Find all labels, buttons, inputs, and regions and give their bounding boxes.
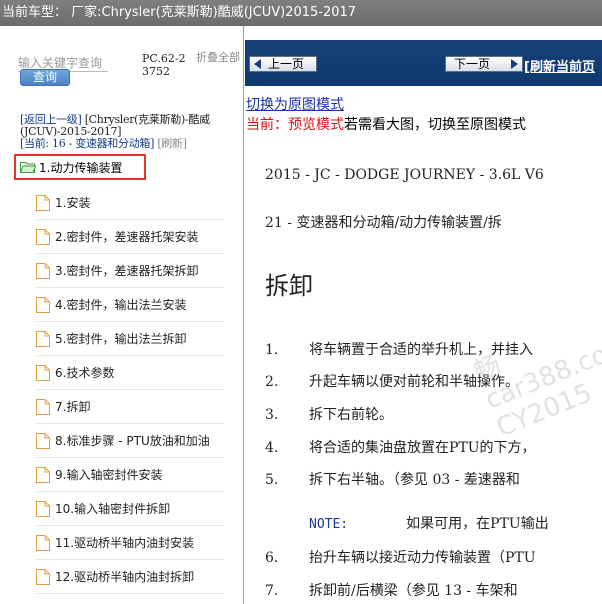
tree-item[interactable]: 9.输入轴密封件安装 <box>36 458 224 492</box>
arrow-left-icon <box>254 59 261 69</box>
document-icon <box>36 228 50 245</box>
document-icon <box>36 194 50 211</box>
current-suffix: ] <box>150 137 155 150</box>
tree-item[interactable]: 6.技术参数 <box>36 356 224 390</box>
step-row: 6. 抬升车辆以接近动力传输装置（PTU <box>265 547 536 567</box>
page-toolbar: 上一页 下一页 [刷新当前页 <box>245 40 602 86</box>
query-button[interactable]: 查询 <box>20 69 70 86</box>
step-number: 3. <box>265 407 279 423</box>
step-row: 4. 将合适的集油盘放置在PTU的下方， <box>265 437 536 457</box>
step-text: 将车辆置于合适的举升机上，并挂入 <box>309 342 533 358</box>
step-text: 将合适的集油盘放置在PTU的下方， <box>309 440 536 456</box>
tree-item[interactable]: 8.标准步骤 - PTU放油和加油 <box>36 424 224 458</box>
tree-list: 1.安装 2.密封件，差速器托架安装 3.密封件，差速器托架拆卸 4.密封件，输… <box>36 186 224 594</box>
document-icon <box>36 262 50 279</box>
next-page-label: 下一页 <box>454 57 491 71</box>
step-text: 升起车辆以便对前轮和半轴操作。 <box>309 374 519 390</box>
window-title: 当前车型： 厂家:Chrysler(克莱斯勒)酷威(JCUV)2015-2017 <box>0 0 602 26</box>
note-block: NOTE: 如果可用，在PTU输出 <box>309 513 549 533</box>
tree-item[interactable]: 2.密封件，差速器托架安装 <box>36 220 224 254</box>
tree-item[interactable]: 4.密封件，输出法兰安装 <box>36 288 224 322</box>
collapse-all-button[interactable]: 折叠全部 <box>196 52 240 64</box>
document-icon <box>36 296 50 313</box>
tree-item-label: 2.密封件，差速器托架安装 <box>55 230 199 244</box>
document-icon <box>36 398 50 415</box>
prev-page-label: 上一页 <box>268 57 305 71</box>
tree-item-label: 5.密封件，输出法兰拆卸 <box>55 332 187 346</box>
document-icon <box>36 568 50 585</box>
next-page-button[interactable]: 下一页 <box>445 56 523 72</box>
tree-item-label: 7.拆卸 <box>55 400 91 414</box>
step-text: 拆卸前/后横梁（参见 13 - 车架和 <box>309 583 518 599</box>
tree-item[interactable]: 3.密封件，差速器托架拆卸 <box>36 254 224 288</box>
step-row: 5. 拆下右半轴。（参见 03 - 差速器和 <box>265 469 520 489</box>
current-prefix: [当前: <box>20 137 52 150</box>
step-row: 1. 将车辆置于合适的举升机上，并挂入 <box>265 339 533 359</box>
tree-item[interactable]: 7.拆卸 <box>36 390 224 424</box>
step-text: 拆下右前轮。 <box>309 407 393 423</box>
document-icon <box>36 364 50 381</box>
document-icon <box>36 330 50 347</box>
step-number: 2. <box>265 374 279 390</box>
content-panel: 上一页 下一页 [刷新当前页 切换为原图模式 当前：预览模式若需看大图，切换至原… <box>245 26 602 604</box>
step-number: 1. <box>265 342 279 358</box>
tree-root-item[interactable]: 1.动力传输装置 <box>14 154 146 180</box>
step-number: 7. <box>265 583 279 599</box>
tree-item-label: 4.密封件，输出法兰安装 <box>55 298 187 312</box>
step-text: 抬升车辆以接近动力传输装置（PTU <box>309 550 536 566</box>
tree-item[interactable]: 5.密封件，输出法兰拆卸 <box>36 322 224 356</box>
doc-subtitle: 21 - 变速器和分动箱/动力传输装置/拆 <box>265 215 502 231</box>
tree-item-label: 3.密封件，差速器托架拆卸 <box>55 264 199 278</box>
tree-item-label: 1.安装 <box>55 196 91 210</box>
doc-heading: 拆卸 <box>265 272 313 300</box>
current-location: [当前: 16 - 变速器和分动箱] [刷新] <box>20 138 242 150</box>
step-number: 4. <box>265 440 279 456</box>
note-label: NOTE: <box>309 517 349 532</box>
document-icon <box>36 466 50 483</box>
tree-item-label: 6.技术参数 <box>55 366 115 380</box>
tree-item[interactable]: 11.驱动桥半轴内油封安装 <box>36 526 224 560</box>
arrow-right-icon <box>511 59 518 69</box>
pc-code-label: PC.62-23752 <box>142 52 186 78</box>
tree-item-label: 12.驱动桥半轴内油封拆卸 <box>55 570 195 584</box>
current-category-link[interactable]: 16 - 变速器和分动箱 <box>52 137 150 150</box>
mode-status-current: 当前：预览模式 <box>246 117 344 133</box>
tree-root-label: 1.动力传输装置 <box>39 160 123 175</box>
note-text: 如果可用，在PTU输出 <box>406 516 549 532</box>
refresh-page-link[interactable]: [刷新当前页 <box>524 56 595 75</box>
tree-item-label: 10.输入轴密封件拆卸 <box>55 502 171 516</box>
breadcrumb: [返回上一级] [Chrysler(克莱斯勒)-酷威(JCUV)-2015-20… <box>20 114 242 138</box>
tree-item[interactable]: 12.驱动桥半轴内油封拆卸 <box>36 560 224 594</box>
document-icon <box>36 432 50 449</box>
left-panel: 查询 PC.62-23752 折叠全部 [返回上一级] [Chrysler(克莱… <box>0 26 244 604</box>
document-icon <box>36 500 50 517</box>
step-row: 3. 拆下右前轮。 <box>265 404 393 424</box>
step-row: 7. 拆卸前/后横梁（参见 13 - 车架和 <box>265 580 518 600</box>
tree-item-label: 11.驱动桥半轴内油封安装 <box>55 536 195 550</box>
tree-item[interactable]: 10.输入轴密封件拆卸 <box>36 492 224 526</box>
step-row: 2. 升起车辆以便对前轮和半轴操作。 <box>265 371 519 391</box>
document-icon <box>36 534 50 551</box>
tree-item-label: 9.输入轴密封件安装 <box>55 468 163 482</box>
step-text: 拆下右半轴。（参见 03 - 差速器和 <box>309 472 520 488</box>
folder-open-icon <box>20 162 36 173</box>
refresh-link[interactable]: [刷新] <box>157 137 187 150</box>
tree-item[interactable]: 1.安装 <box>36 186 224 220</box>
tree-item-label: 8.标准步骤 - PTU放油和加油 <box>55 434 210 448</box>
prev-page-button[interactable]: 上一页 <box>249 56 317 72</box>
doc-title: 2015 - JC - DODGE JOURNEY - 3.6L V6 <box>265 167 544 183</box>
mode-status-hint: 若需看大图，切换至原图模式 <box>344 117 526 133</box>
step-number: 6. <box>265 550 279 566</box>
mode-status: 当前：预览模式若需看大图，切换至原图模式 <box>246 114 526 134</box>
step-number: 5. <box>265 472 279 488</box>
switch-original-mode-link[interactable]: 切换为原图模式 <box>246 94 344 114</box>
